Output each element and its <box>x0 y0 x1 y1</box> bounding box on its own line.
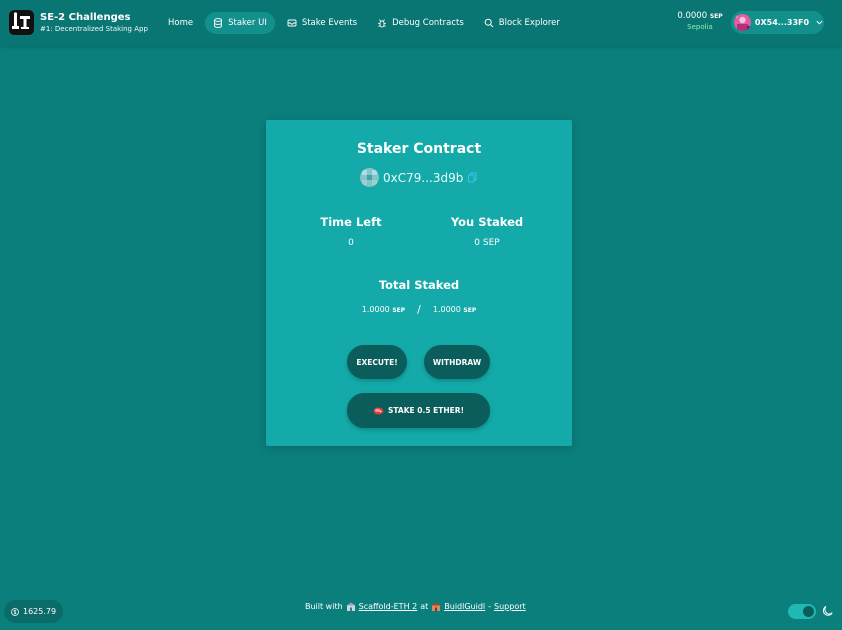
balance-value: 0.0000 <box>677 11 708 21</box>
built-with-text: Built with <box>305 602 343 611</box>
nav-debug-contracts-label: Debug Contracts <box>392 18 464 28</box>
you-staked-value: 0 SEP <box>474 238 500 248</box>
contract-address[interactable]: 0xC79...3d9b <box>360 168 478 187</box>
brand[interactable]: SE-2 Challenges #1: Decentralized Stakin… <box>40 11 148 34</box>
support-link[interactable]: Support <box>494 602 526 611</box>
account-dropdown-button[interactable]: 0X54...33F0 <box>731 11 824 34</box>
threshold-amount: 1.0000 SEP <box>433 305 476 314</box>
toggle-knob <box>803 606 814 617</box>
wallet-balance: 0.0000 SEP Sepolia <box>676 11 724 33</box>
separator: / <box>417 303 421 316</box>
bug-icon <box>378 19 387 28</box>
beef-cut-icon <box>373 407 384 415</box>
buidlguidl-link[interactable]: BuidlGuidl <box>444 602 485 611</box>
dash-text: - <box>488 602 492 611</box>
nav-stake-events-label: Stake Events <box>301 18 358 28</box>
nav-staker-ui[interactable]: Staker UI <box>205 12 275 34</box>
eth-price: 1625.79 <box>23 607 57 616</box>
stake-button[interactable]: STAKE 0.5 ETHER! <box>347 393 490 428</box>
total-staked-amount: 1.0000 SEP <box>362 305 405 314</box>
you-staked-label: You Staked <box>450 215 524 229</box>
copy-icon[interactable] <box>467 172 478 183</box>
nav-stake-events[interactable]: Stake Events <box>279 12 365 34</box>
threshold-value: 1.0000 <box>432 305 461 314</box>
brand-subtitle: #1: Decentralized Staking App <box>40 25 148 33</box>
contract-blockie-icon <box>360 168 379 187</box>
total-staked-unit: SEP <box>392 307 406 314</box>
nav-block-explorer-label: Block Explorer <box>498 18 560 28</box>
balance-unit: SEP <box>709 13 723 20</box>
total-staked-values: 1.0000 SEP / 1.0000 SEP <box>266 303 572 316</box>
staker-contract-card: Staker Contract 0xC79...3d9b Time Left 0… <box>266 120 572 446</box>
footer-credits: Built with Scaffold-ETH 2 at BuidlGuidl … <box>305 602 526 611</box>
total-staked-value: 1.0000 <box>361 305 390 314</box>
nav-block-explorer[interactable]: Block Explorer <box>476 12 568 34</box>
scaffold-eth-link[interactable]: Scaffold-ETH 2 <box>359 602 418 611</box>
top-navbar: SE-2 Challenges #1: Decentralized Stakin… <box>0 0 842 46</box>
account-avatar <box>734 14 751 31</box>
execute-button[interactable]: EXECUTE! <box>347 345 407 379</box>
theme-toggle[interactable] <box>788 604 816 619</box>
castle-icon <box>431 602 441 611</box>
at-text: at <box>420 602 429 611</box>
account-address: 0X54...33F0 <box>754 18 810 27</box>
database-icon <box>214 18 223 28</box>
nav-debug-contracts[interactable]: Debug Contracts <box>369 12 472 34</box>
inbox-stack-icon <box>287 19 297 27</box>
app-logo[interactable] <box>9 10 34 35</box>
total-staked-label: Total Staked <box>378 278 460 292</box>
search-icon <box>484 18 494 28</box>
moon-icon <box>822 606 833 616</box>
brand-title: SE-2 Challenges <box>40 12 131 23</box>
nav-home[interactable]: Home <box>160 12 201 34</box>
withdraw-button[interactable]: WITHDRAW <box>424 345 490 379</box>
card-title: Staker Contract <box>356 141 482 157</box>
dollar-icon <box>11 607 19 616</box>
withdraw-label: WITHDRAW <box>432 357 482 367</box>
nav-home-label: Home <box>168 18 194 28</box>
main-nav: Home Staker UI Stake Events Debug Contra… <box>160 12 568 34</box>
eth-price-badge[interactable]: 1625.79 <box>4 600 63 623</box>
chevron-down-icon <box>816 20 823 25</box>
threshold-unit: SEP <box>463 307 477 314</box>
execute-label: EXECUTE! <box>356 357 398 367</box>
nav-staker-ui-label: Staker UI <box>228 18 267 28</box>
stake-label: STAKE 0.5 ETHER! <box>387 406 465 415</box>
school-building-icon <box>346 602 356 611</box>
balance-amount: 0.0000 SEP <box>676 11 724 22</box>
network-name: Sepolia <box>687 23 713 31</box>
contract-address-text[interactable]: 0xC79...3d9b <box>383 171 463 185</box>
time-left-value: 0 <box>348 238 354 248</box>
time-left-label: Time Left <box>320 215 382 229</box>
